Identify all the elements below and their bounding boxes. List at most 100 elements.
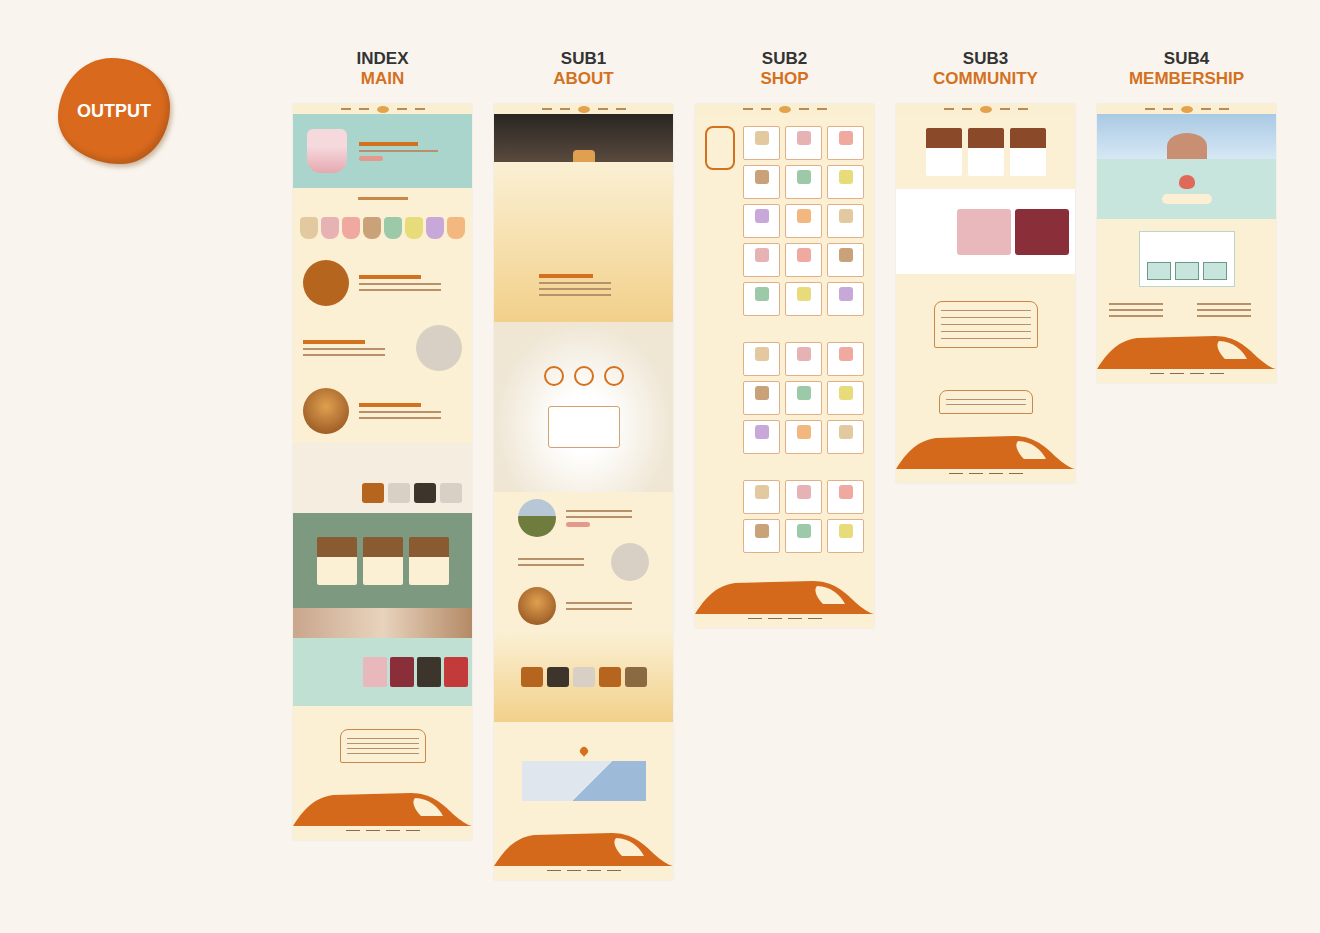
location-map[interactable] [522, 761, 646, 801]
dessert-card[interactable] [363, 537, 403, 585]
product-cup-icon[interactable] [426, 217, 444, 239]
event-card[interactable] [1015, 209, 1069, 255]
product-card[interactable] [827, 342, 864, 376]
product-cup-icon[interactable] [405, 217, 423, 239]
product-card[interactable] [743, 204, 780, 238]
product-cup-icon[interactable] [342, 217, 360, 239]
product-card[interactable] [827, 282, 864, 316]
dessert-card[interactable] [317, 537, 357, 585]
nav-item[interactable] [598, 108, 608, 110]
product-card[interactable] [743, 342, 780, 376]
nav-item[interactable] [944, 108, 954, 110]
product-card[interactable] [743, 126, 780, 160]
product-card[interactable] [743, 480, 780, 514]
footer [896, 429, 1075, 483]
output-badge: OUTPUT [58, 58, 170, 164]
product-card[interactable] [827, 243, 864, 277]
output-board: OUTPUT INDEX MAIN SUB1 ABOUT SUB2 SHOP S… [0, 0, 1320, 933]
page-column: SUB3 COMMUNITY [896, 49, 1075, 483]
logo-icon[interactable] [1181, 106, 1193, 113]
product-card[interactable] [785, 204, 822, 238]
nav-item[interactable] [1219, 108, 1229, 110]
ingredients-section [293, 443, 472, 513]
product-card[interactable] [785, 381, 822, 415]
event-card[interactable] [444, 657, 468, 687]
nav-bar[interactable] [695, 104, 874, 114]
nav-item[interactable] [1000, 108, 1010, 110]
nav-item[interactable] [560, 108, 570, 110]
product-card[interactable] [827, 126, 864, 160]
nav-bar[interactable] [896, 104, 1075, 114]
grade-card [1139, 231, 1235, 287]
intro-section [494, 162, 673, 322]
product-cup-icon[interactable] [384, 217, 402, 239]
nav-item[interactable] [542, 108, 552, 110]
product-card[interactable] [827, 420, 864, 454]
category-tab[interactable] [705, 126, 735, 170]
product-card[interactable] [785, 342, 822, 376]
review-card[interactable] [926, 128, 962, 176]
dessert-card[interactable] [409, 537, 449, 585]
notice-board [934, 301, 1038, 348]
product-card[interactable] [785, 519, 822, 553]
review-section [896, 114, 1075, 189]
logo-icon[interactable] [980, 106, 992, 113]
logo-icon[interactable] [578, 106, 590, 113]
product-card[interactable] [827, 204, 864, 238]
nav-item[interactable] [817, 108, 827, 110]
footer-links [1097, 369, 1276, 374]
product-card[interactable] [743, 519, 780, 553]
nav-item[interactable] [1163, 108, 1173, 110]
nav-bar[interactable] [494, 104, 673, 114]
page-thumbnail [896, 104, 1075, 483]
product-card[interactable] [785, 165, 822, 199]
product-cup-icon[interactable] [321, 217, 339, 239]
nav-item[interactable] [359, 108, 369, 110]
event-card[interactable] [417, 657, 441, 687]
page-header: INDEX MAIN [293, 49, 472, 89]
product-card[interactable] [785, 126, 822, 160]
product-card[interactable] [743, 243, 780, 277]
nav-item[interactable] [1145, 108, 1155, 110]
product-card[interactable] [827, 381, 864, 415]
nav-item[interactable] [799, 108, 809, 110]
faq-section [896, 374, 1075, 429]
review-card[interactable] [1010, 128, 1046, 176]
product-card[interactable] [743, 420, 780, 454]
nav-item[interactable] [1018, 108, 1028, 110]
logo-icon[interactable] [779, 106, 791, 113]
product-card[interactable] [785, 243, 822, 277]
nav-item[interactable] [616, 108, 626, 110]
product-card[interactable] [785, 420, 822, 454]
page-columns: INDEX MAIN SUB1 ABOUT SUB2 SHOP SUB3 COM… [235, 0, 1276, 933]
product-card[interactable] [827, 480, 864, 514]
review-card[interactable] [968, 128, 1004, 176]
nav-bar[interactable] [293, 104, 472, 114]
product-card[interactable] [743, 381, 780, 415]
nav-item[interactable] [397, 108, 407, 110]
product-card[interactable] [743, 165, 780, 199]
product-card[interactable] [743, 282, 780, 316]
page-name: MEMBERSHIP [1097, 69, 1276, 89]
product-card[interactable] [827, 519, 864, 553]
page-column: SUB4 MEMBERSHIP [1097, 49, 1276, 383]
event-card[interactable] [390, 657, 414, 687]
nav-item[interactable] [341, 108, 351, 110]
product-card[interactable] [785, 282, 822, 316]
product-cup-icon[interactable] [300, 217, 318, 239]
nav-item[interactable] [743, 108, 753, 110]
product-row [293, 208, 472, 248]
product-card[interactable] [827, 165, 864, 199]
nav-item[interactable] [415, 108, 425, 110]
nav-item[interactable] [962, 108, 972, 110]
product-cup-icon[interactable] [363, 217, 381, 239]
logo-icon[interactable] [377, 106, 389, 113]
event-section [896, 189, 1075, 274]
product-cup-icon[interactable] [447, 217, 465, 239]
nav-item[interactable] [1201, 108, 1211, 110]
product-card[interactable] [785, 480, 822, 514]
nav-bar[interactable] [1097, 104, 1276, 114]
event-card[interactable] [957, 209, 1011, 255]
event-card[interactable] [363, 657, 387, 687]
nav-item[interactable] [761, 108, 771, 110]
